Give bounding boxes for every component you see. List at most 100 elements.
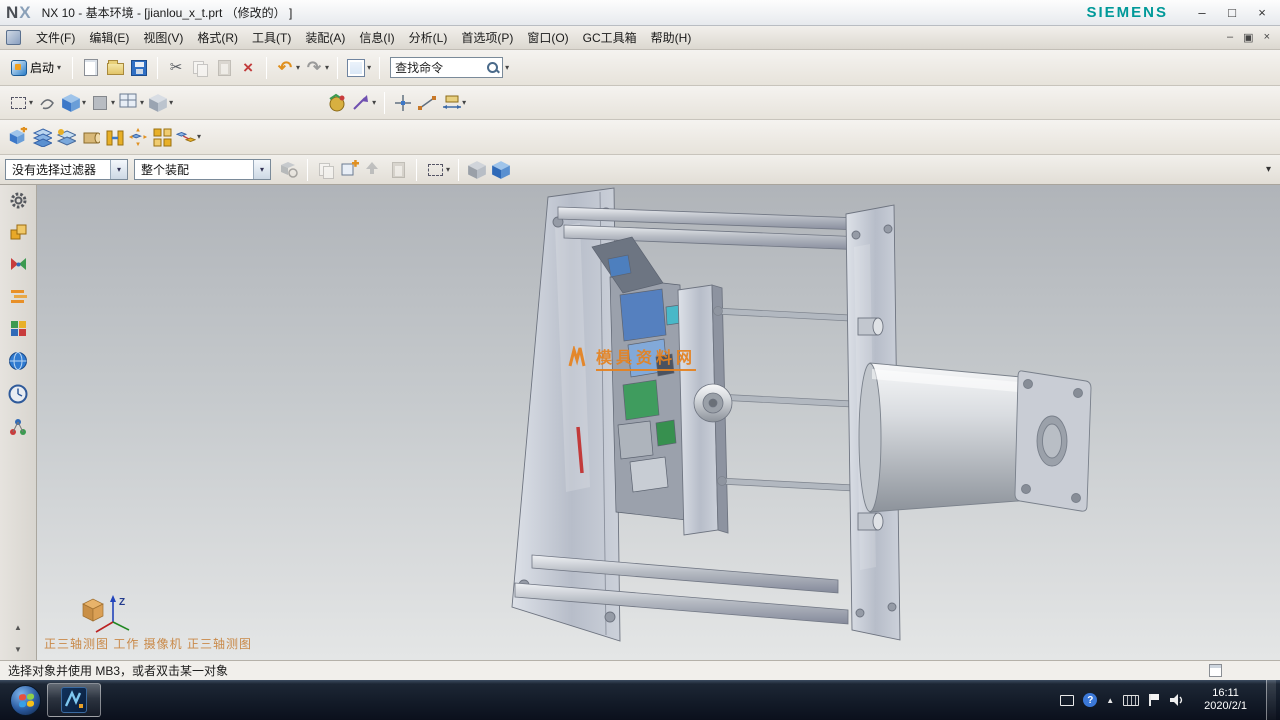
menu-item-information[interactable]: 信息(I) [352,26,401,49]
menu-item-analysis[interactable]: 分析(L) [402,26,455,49]
mdi-minimize-button[interactable]: – [1227,31,1233,44]
menu-item-help[interactable]: 帮助(H) [644,26,699,49]
part-document-icon[interactable] [6,30,21,45]
model-coupling-disc[interactable] [694,384,732,422]
lasso-button[interactable] [35,91,59,115]
add-to-selection-button[interactable] [338,158,362,182]
displayed-part-button[interactable] [489,158,513,182]
taskbar-clock[interactable]: 16:11 2020/2/1 [1194,687,1257,713]
assembly-constraints-button[interactable] [102,125,126,149]
graphics-viewport[interactable]: 模具资料网 Z 正三轴测图 工作 摄像机 正三轴测图 [37,185,1280,660]
cut-button[interactable]: ✂ [164,56,188,80]
true-shading-button[interactable] [325,91,349,115]
chevron-down-icon[interactable]: ▾ [82,99,86,107]
menu-item-preferences[interactable]: 首选项(P) [454,26,520,49]
paste-button[interactable] [212,56,236,80]
chevron-down-icon[interactable]: ▾ [325,64,329,72]
search-icon[interactable] [487,62,498,73]
selection-scope-combo[interactable]: 整个装配 ▾ [134,159,271,180]
promote-selection-button[interactable] [362,158,386,182]
save-button[interactable] [127,56,151,80]
mold-assembly-model[interactable] [460,187,1120,657]
close-button[interactable]: × [1254,5,1270,20]
view-orientation-button[interactable]: ▾ [146,91,175,115]
chevron-down-icon[interactable]: ▾ [140,99,144,107]
start-button[interactable] [10,685,41,716]
render-style-button[interactable]: ▾ [88,91,117,115]
selection-filter-combo[interactable]: 没有选择过滤器 ▾ [5,159,128,180]
toolbar-overflow-icon[interactable]: ▾ [1266,164,1275,175]
move-component-button[interactable] [126,125,150,149]
chevron-down-icon[interactable]: ▾ [111,99,115,107]
roles-gear-icon[interactable] [9,191,28,210]
network-monitor-icon[interactable] [1060,695,1074,706]
mdi-restore-button[interactable]: ▣ [1243,31,1253,44]
chevron-down-icon[interactable]: ▾ [446,166,450,174]
marquee-select-button[interactable]: ▾ [6,91,35,115]
web-browser-icon[interactable] [8,351,28,371]
search-options-button[interactable]: ▾ [503,62,511,74]
chevron-down-icon[interactable]: ▾ [110,160,127,179]
menu-item-gc-toolbox[interactable]: GC工具箱 [576,26,644,49]
help-icon[interactable]: ? [1083,693,1097,707]
pattern-component-button[interactable] [150,125,174,149]
copy-selection-button[interactable] [386,158,410,182]
snap-point-button[interactable] [391,91,415,115]
start-menu-button[interactable]: 启动 ▾ [6,57,66,78]
open-file-button[interactable] [103,56,127,80]
select-previous-button[interactable] [314,158,338,182]
redo-button[interactable]: ↷ ▾ [302,56,331,80]
chevron-down-icon[interactable]: ▾ [367,64,371,72]
chevron-down-icon[interactable]: ▾ [169,99,173,107]
wave-geometry-button[interactable] [78,125,102,149]
shaded-view-button[interactable]: ▾ [59,91,88,115]
model-tie-bars[interactable] [714,307,855,492]
hidden-icons-arrow-icon[interactable]: ▲ [1106,696,1114,705]
marquee-style-button[interactable]: ▾ [423,158,452,182]
chevron-down-icon[interactable]: ▾ [197,133,201,141]
menu-item-file[interactable]: 文件(F) [29,26,82,49]
constraint-navigator-icon[interactable] [9,255,28,274]
menu-item-format[interactable]: 格式(R) [190,26,245,49]
menu-item-assemblies[interactable]: 装配(A) [298,26,352,49]
show-desktop-button[interactable] [1266,680,1276,720]
chevron-down-icon[interactable]: ▾ [372,99,376,107]
undo-button[interactable]: ↶ ▾ [273,56,302,80]
menu-item-edit[interactable]: 编辑(E) [82,26,136,49]
action-center-flag-icon[interactable] [1148,694,1160,706]
nx-taskbar-button[interactable] [47,683,101,717]
reuse-library-icon[interactable] [9,319,28,338]
input-method-icon[interactable] [1123,695,1139,706]
window-layout-button[interactable]: ▾ [117,91,146,115]
maximize-button[interactable]: □ [1224,5,1240,20]
scroll-up-icon[interactable]: ▲ [14,623,22,632]
system-materials-icon[interactable] [8,417,28,437]
add-component-button[interactable] [6,125,30,149]
menu-item-window[interactable]: 窗口(O) [520,26,575,49]
copy-button[interactable] [188,56,212,80]
chevron-down-icon[interactable]: ▾ [29,99,33,107]
view-triad[interactable]: Z [77,590,135,638]
minimize-button[interactable]: – [1194,5,1210,20]
component-layers-button[interactable] [30,125,54,149]
scroll-down-icon[interactable]: ▼ [14,645,22,654]
model-motor-flange[interactable] [1015,371,1091,511]
touch-mode-button[interactable]: ▾ [344,56,373,80]
work-part-button[interactable] [465,158,489,182]
menu-item-view[interactable]: 视图(V) [136,26,190,49]
vector-button[interactable]: ▾ [349,91,378,115]
snap-end-button[interactable] [415,91,439,115]
assembly-navigator-icon[interactable] [9,223,28,242]
command-search-input[interactable] [391,59,487,76]
notes-icon[interactable] [1209,664,1222,677]
chevron-down-icon[interactable]: ▾ [462,99,466,107]
history-clock-icon[interactable] [8,384,28,404]
model-motor[interactable] [859,363,1042,512]
mdi-close-button[interactable]: × [1264,31,1270,44]
new-file-button[interactable] [79,56,103,80]
delete-button[interactable]: × [236,56,260,80]
volume-icon[interactable] [1169,693,1185,707]
menu-item-tools[interactable]: 工具(T) [245,26,298,49]
chevron-down-icon[interactable]: ▾ [253,160,270,179]
chevron-down-icon[interactable]: ▾ [296,64,300,72]
